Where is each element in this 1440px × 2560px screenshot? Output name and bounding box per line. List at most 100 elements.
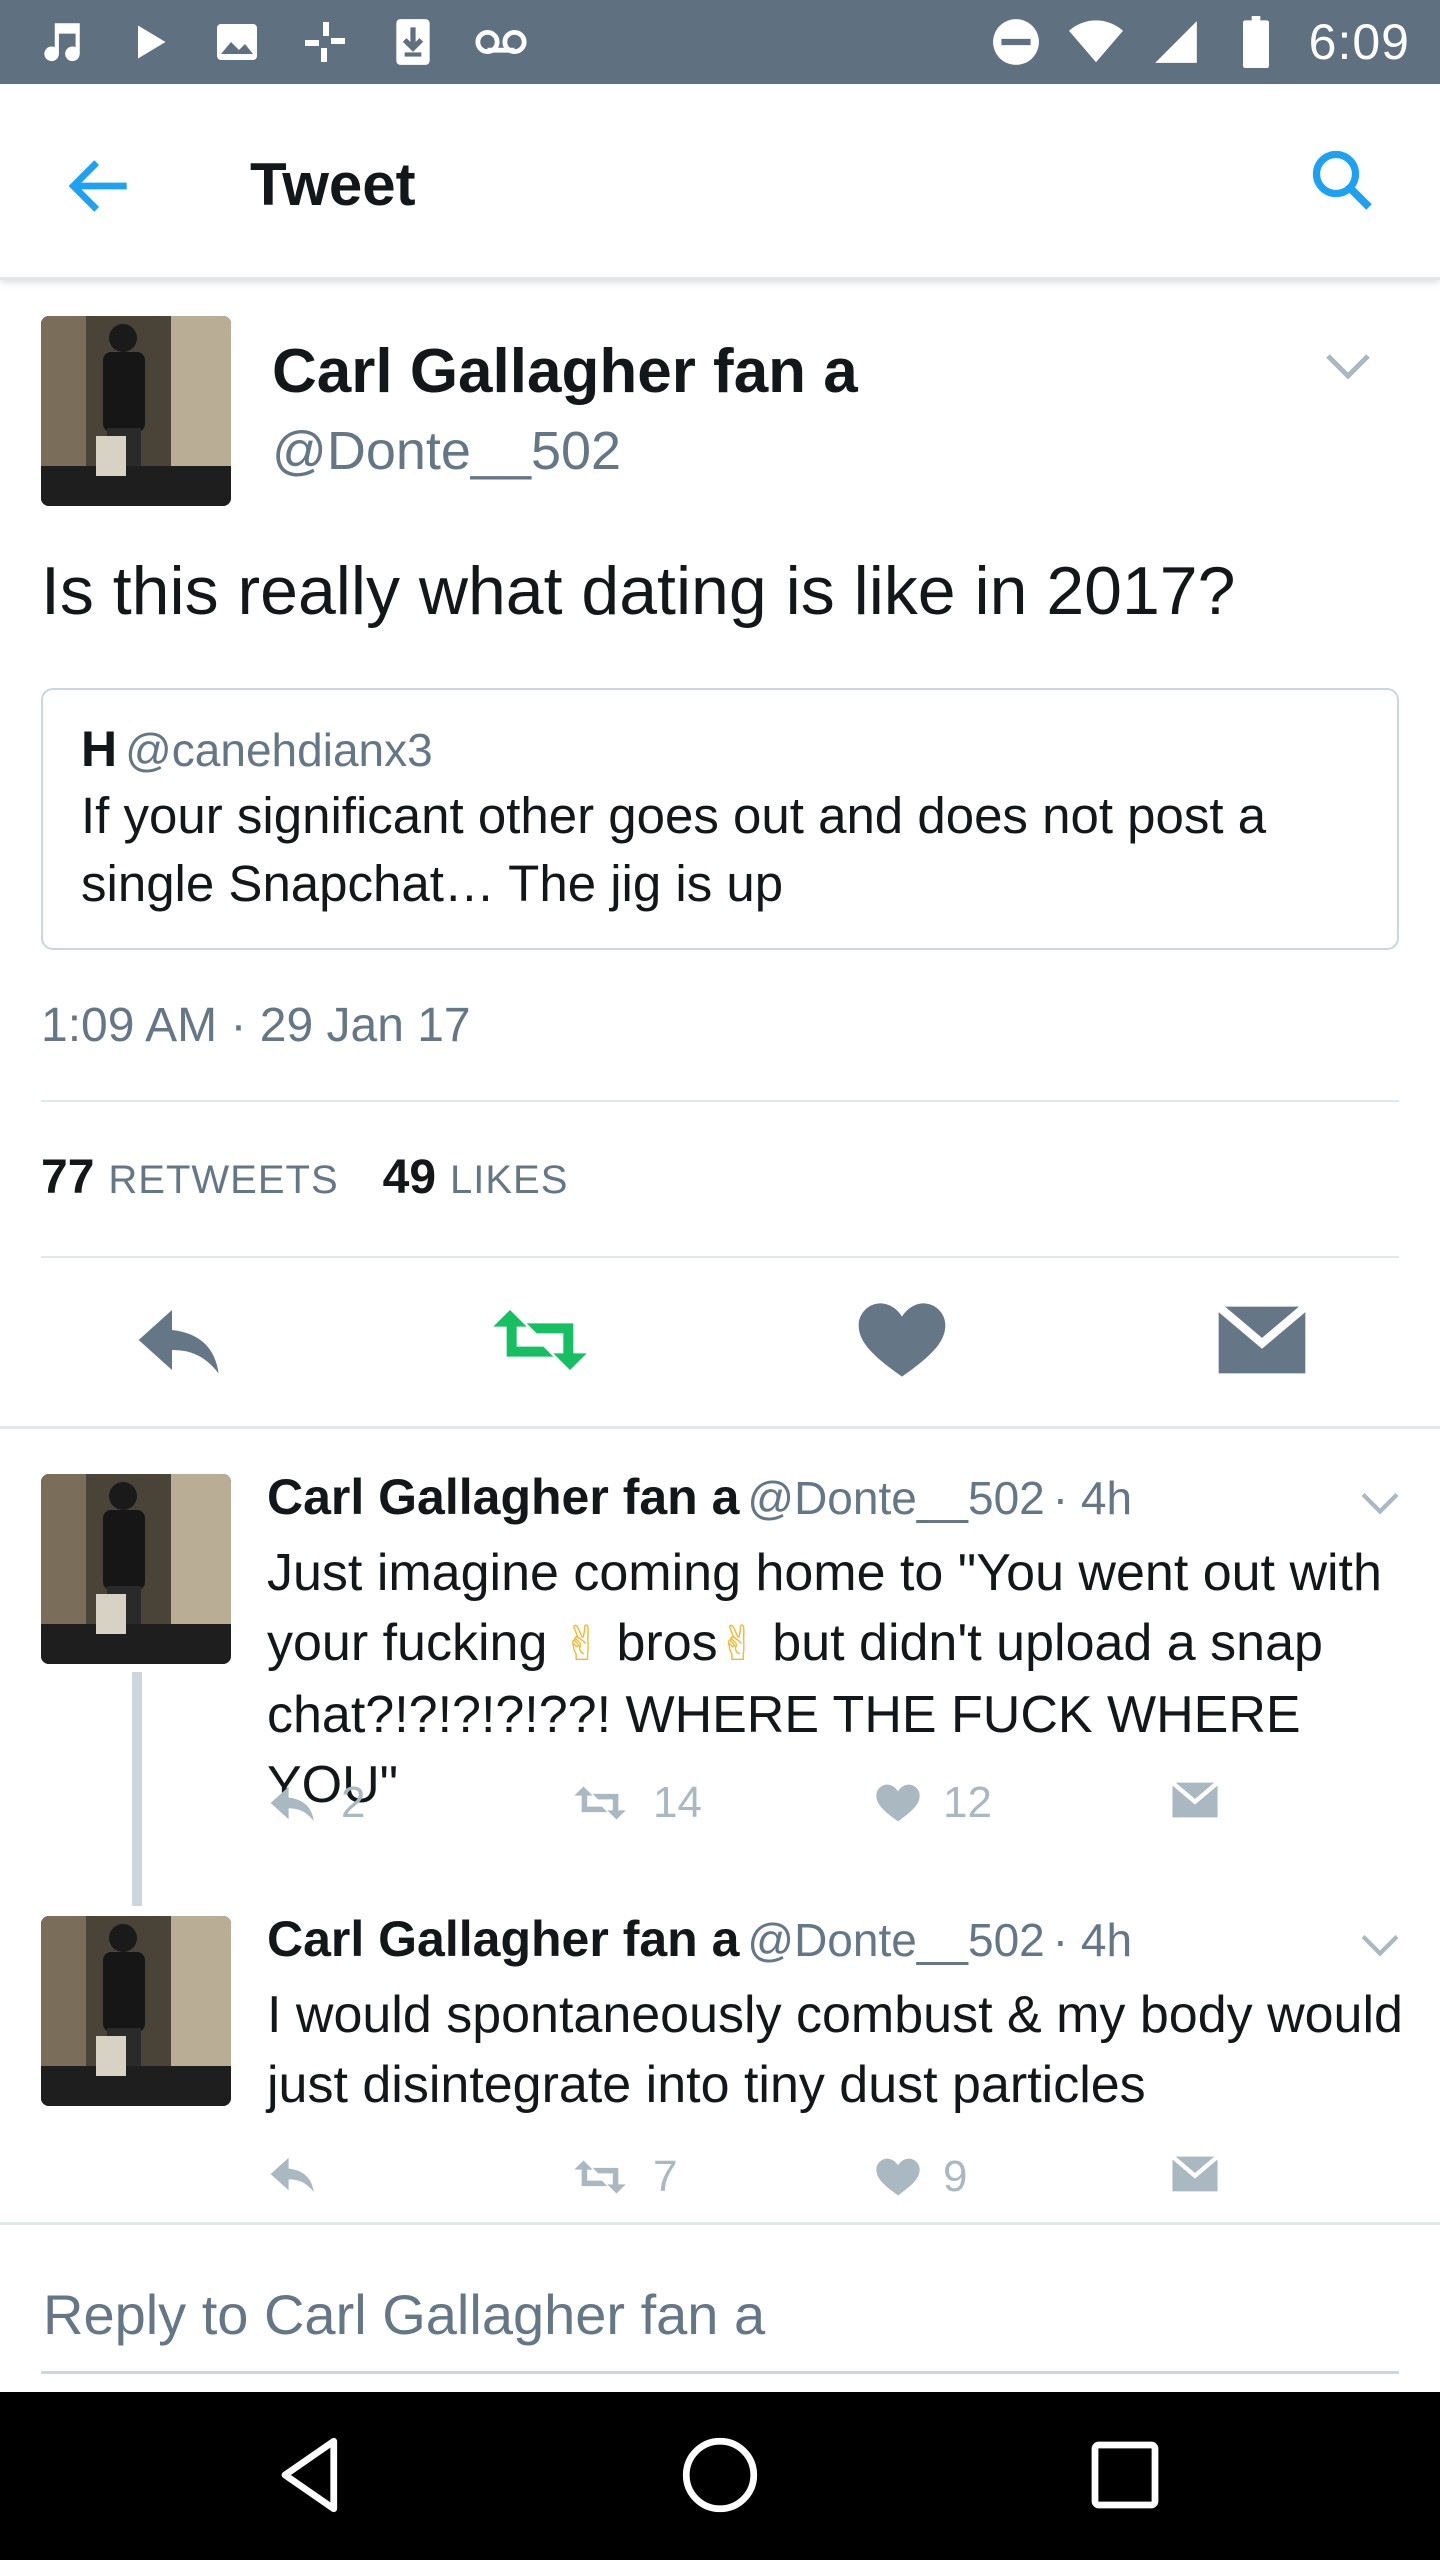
divider (0, 1426, 1440, 1429)
author-name[interactable]: Carl Gallagher fan a (272, 336, 858, 407)
image-icon (210, 15, 264, 69)
tweet-actions (0, 1300, 1440, 1390)
status-bar-notifications (34, 14, 528, 70)
arrow-left-icon (68, 160, 127, 212)
reply-text: I would spontaneously combust & my body … (267, 1986, 1403, 2114)
heart-icon (876, 2158, 920, 2196)
nav-home-button[interactable] (675, 2430, 765, 2520)
reply-actions: 7 9 (267, 2152, 1287, 2212)
wifi-icon (1068, 15, 1123, 69)
retweets-count: 77 (41, 1151, 95, 1204)
status-bar-system: 6:09 (989, 14, 1410, 70)
status-time: 6:09 (1308, 14, 1410, 70)
reply-icon (138, 1310, 219, 1374)
reply-author-handle[interactable]: @Donte__502 (747, 1914, 1044, 1966)
retweet-count: 7 (653, 2152, 678, 2201)
voicemail-icon (474, 15, 528, 69)
nav-back-button[interactable] (270, 2430, 360, 2520)
music-icon (34, 15, 88, 69)
heart-icon (876, 1784, 920, 1822)
reply-menu-button[interactable] (1358, 1486, 1402, 1520)
do-not-disturb-icon (989, 15, 1043, 69)
retweet-button[interactable]: 14 (567, 1778, 702, 1828)
retweet-button[interactable]: 7 (567, 2152, 677, 2202)
download-icon (386, 15, 440, 69)
heart-icon (858, 1303, 946, 1377)
chevron-down-icon (1361, 1493, 1399, 1515)
author-handle[interactable]: @Donte__502 (272, 420, 621, 482)
avatar[interactable] (41, 1916, 231, 2106)
reply-input[interactable]: Reply to Carl Gallagher fan a (41, 2274, 1399, 2374)
like-button[interactable]: 12 (873, 1778, 992, 1828)
reply-actions: 2 14 12 (267, 1778, 1287, 1838)
chevron-down-icon (1326, 354, 1370, 380)
reply-count: 2 (341, 1778, 366, 1827)
reply-menu-button[interactable] (1358, 1928, 1402, 1962)
reply-text-part: bros (616, 1614, 718, 1672)
reply-time: · 4h (1052, 1914, 1133, 1966)
search-button[interactable] (1306, 144, 1386, 224)
tweet-stats: 77 RETWEETS 49 LIKES (41, 1150, 568, 1205)
reply-author-name[interactable]: Carl Gallagher fan a (267, 1469, 739, 1525)
circle-home-icon (682, 2437, 758, 2513)
likes-count: 49 (382, 1151, 437, 1204)
back-button[interactable] (60, 146, 140, 226)
reply-author-name[interactable]: Carl Gallagher fan a (267, 1911, 739, 1967)
quoted-author-name: H (81, 721, 118, 777)
avatar-photo (41, 316, 231, 506)
reply-header: Carl Gallagher fan a @Donte__502 · 4h (267, 1910, 1132, 1968)
thread-connector (132, 1672, 142, 1906)
divider (0, 2222, 1440, 2225)
victory-hand-emoji: ✌ (561, 1618, 603, 1671)
divider (41, 1256, 1399, 1258)
avatar[interactable] (41, 1474, 231, 1664)
square-recents-icon (1091, 2441, 1159, 2509)
nav-recents-button[interactable] (1080, 2430, 1170, 2520)
like-count: 12 (943, 1778, 992, 1827)
signal-icon (1149, 15, 1203, 69)
app-toolbar: Tweet (0, 84, 1440, 280)
triangle-back-icon (281, 2437, 338, 2513)
retweet-icon (574, 2160, 626, 2194)
retweet-icon (574, 1786, 626, 1820)
reply-author-handle[interactable]: @Donte__502 (747, 1472, 1044, 1524)
search-icon (1312, 150, 1372, 210)
pinwheel-icon (298, 15, 352, 69)
divider (41, 1100, 1399, 1102)
quoted-tweet-header: H @canehdianx3 (81, 720, 433, 778)
envelope-icon (1171, 1781, 1219, 1818)
chevron-down-icon (1361, 1935, 1399, 1957)
reply-icon (270, 1786, 314, 1821)
envelope-icon (1171, 2155, 1219, 2192)
reply-button[interactable] (132, 1300, 232, 1380)
tweet-timestamp: 1:09 AM · 29 Jan 17 (41, 999, 471, 1052)
reply-input-placeholder: Reply to Carl Gallagher fan a (43, 2283, 766, 2346)
direct-message-button[interactable] (1212, 1300, 1312, 1380)
reply-button[interactable]: 2 (267, 1778, 365, 1828)
victory-hand-emoji: ✌ (717, 1618, 758, 1671)
reply-button[interactable] (267, 2152, 321, 2196)
avatar[interactable] (41, 316, 231, 506)
tweet-menu-button[interactable] (1322, 346, 1374, 386)
retweets-label: RETWEETS (108, 1158, 339, 1202)
system-nav-bar (0, 2392, 1440, 2560)
quoted-tweet[interactable]: H @canehdianx3 If your significant other … (41, 688, 1399, 950)
like-button[interactable]: 9 (873, 2152, 967, 2202)
direct-message-button[interactable] (1169, 1778, 1221, 1822)
retweet-count: 14 (653, 1778, 702, 1827)
retweet-icon (493, 1310, 587, 1370)
reply-time: · 4h (1052, 1472, 1133, 1524)
reply-icon (270, 2157, 314, 2192)
quoted-tweet-text: If your significant other goes out and d… (81, 787, 1267, 912)
battery-icon (1229, 15, 1283, 69)
like-button[interactable] (852, 1300, 952, 1380)
avatar-photo (41, 1916, 231, 2106)
likes-stat[interactable]: 49 LIKES (383, 1150, 569, 1205)
like-count: 9 (943, 2152, 968, 2201)
retweet-button[interactable] (490, 1300, 590, 1380)
direct-message-button[interactable] (1169, 2152, 1221, 2196)
page-title: Tweet (250, 151, 416, 218)
tweet-text: Is this really what dating is like in 20… (41, 553, 1236, 629)
retweets-stat[interactable]: 77 RETWEETS (41, 1150, 339, 1205)
play-icon (122, 15, 176, 69)
